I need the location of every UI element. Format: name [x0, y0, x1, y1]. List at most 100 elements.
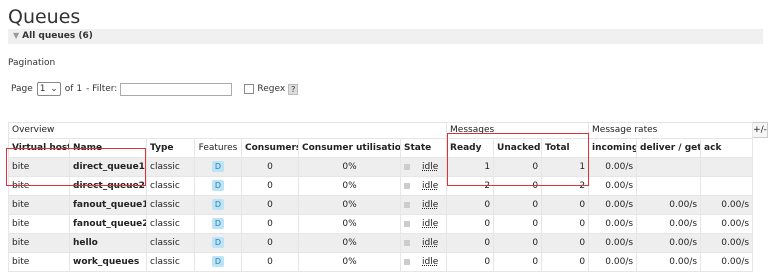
consumers-cell: 0 — [241, 157, 299, 177]
queue-name-link[interactable]: work_queues — [69, 252, 147, 272]
col-deliver[interactable]: deliver / get — [636, 138, 702, 158]
table-row[interactable]: bite work_queues classic D 0 0% idle 0 0… — [8, 252, 754, 272]
queue-name-link[interactable]: direct_queue1 — [69, 157, 147, 177]
col-total[interactable]: Total — [541, 138, 590, 158]
consumers-cell: 0 — [241, 252, 299, 272]
ack-cell: 0.00/s — [700, 214, 754, 234]
state-label: idle — [422, 257, 439, 267]
consumers-cell: 0 — [241, 176, 299, 196]
total-cell: 0 — [541, 195, 590, 215]
page-select[interactable]: 1 ⌄ — [36, 82, 61, 96]
state-indicator-icon — [404, 201, 410, 208]
chevron-down-icon: ⌄ — [50, 84, 58, 94]
deliver-cell: 0.00/s — [636, 252, 702, 272]
unacked-cell: 0 — [493, 195, 543, 215]
all-queues-label: All queues (6) — [22, 31, 93, 41]
consumers-cell: 0 — [241, 195, 299, 215]
durable-badge: D — [211, 218, 225, 229]
state-cell: idle — [399, 252, 448, 272]
state-label: idle — [422, 162, 439, 172]
features-cell: D — [194, 214, 242, 234]
vhost-cell[interactable]: bite — [8, 252, 70, 272]
ack-cell — [700, 157, 754, 177]
col-vhost[interactable]: Virtual host — [8, 138, 70, 158]
col-ack[interactable]: ack — [700, 138, 754, 158]
durable-badge: D — [211, 256, 225, 267]
col-features: Features — [194, 138, 242, 158]
vhost-cell[interactable]: bite — [8, 214, 70, 234]
deliver-cell: 0.00/s — [636, 214, 702, 234]
vhost-cell[interactable]: bite — [8, 233, 70, 253]
ready-cell: 0 — [446, 214, 495, 234]
total-cell: 0 — [541, 252, 590, 272]
ack-cell: 0.00/s — [700, 233, 754, 253]
page-count-label: of 1 — [64, 84, 83, 94]
unacked-cell: 0 — [493, 214, 543, 234]
col-state[interactable]: State — [399, 138, 448, 158]
queue-name-link[interactable]: fanout_queue1 — [69, 195, 147, 215]
consumers-cell: 0 — [241, 214, 299, 234]
incoming-cell: 0.00/s — [588, 157, 638, 177]
state-label: idle — [422, 181, 439, 191]
ready-cell: 0 — [446, 233, 495, 253]
overview-group-header: Overview — [7, 122, 448, 139]
col-consumers[interactable]: Consumers — [241, 138, 299, 158]
utilisation-cell: 0% — [298, 233, 401, 253]
queues-table: Overview Messages Message rates Virtual … — [7, 122, 754, 272]
vhost-cell[interactable]: bite — [8, 195, 70, 215]
incoming-cell: 0.00/s — [588, 195, 638, 215]
deliver-cell: 0.00/s — [636, 233, 702, 253]
utilisation-cell: 0% — [298, 176, 401, 196]
state-cell: idle — [399, 157, 448, 177]
table-row[interactable]: bite fanout_queue1 classic D 0 0% idle 0… — [8, 195, 754, 215]
regex-help-button[interactable]: ? — [288, 83, 299, 95]
ready-cell: 0 — [446, 252, 495, 272]
vhost-cell[interactable]: bite — [8, 157, 70, 177]
vhost-cell[interactable]: bite — [8, 176, 70, 196]
state-cell: idle — [399, 233, 448, 253]
state-label: idle — [422, 238, 439, 248]
total-cell: 1 — [541, 157, 590, 177]
queue-name-link[interactable]: hello — [69, 233, 147, 253]
deliver-cell: 0.00/s — [636, 195, 702, 215]
deliver-cell — [636, 157, 702, 177]
durable-badge: D — [211, 180, 225, 191]
state-indicator-icon — [404, 182, 410, 189]
columns-toggle-button[interactable]: +/- — [752, 122, 768, 138]
col-name[interactable]: Name — [69, 138, 147, 158]
filter-input[interactable] — [120, 82, 233, 96]
table-row[interactable]: bite hello classic D 0 0% idle 0 0 0 0.0… — [8, 233, 754, 253]
col-utilisation[interactable]: Consumer utilisation — [298, 138, 401, 158]
queue-name-link[interactable]: fanout_queue2 — [69, 214, 147, 234]
col-unacked[interactable]: Unacked — [493, 138, 543, 158]
col-incoming[interactable]: incoming — [588, 138, 638, 158]
ack-cell: 0.00/s — [700, 252, 754, 272]
queue-name-link[interactable]: direct_queue2 — [69, 176, 147, 196]
table-row[interactable]: bite fanout_queue2 classic D 0 0% idle 0… — [8, 214, 754, 234]
utilisation-cell: 0% — [298, 195, 401, 215]
state-cell: idle — [399, 176, 448, 196]
page-select-value: 1 — [39, 84, 46, 94]
features-cell: D — [194, 195, 242, 215]
col-type[interactable]: Type — [146, 138, 195, 158]
section-bar — [8, 29, 763, 44]
table-row[interactable]: bite direct_queue1 classic D 0 0% idle 1… — [8, 157, 754, 177]
features-cell: D — [194, 233, 242, 253]
type-cell: classic — [146, 252, 195, 272]
messages-group-header: Messages — [446, 122, 590, 139]
total-cell: 0 — [541, 233, 590, 253]
table-row[interactable]: bite direct_queue2 classic D 0 0% idle 2… — [8, 176, 754, 196]
features-cell: D — [194, 252, 242, 272]
total-cell: 0 — [541, 214, 590, 234]
col-ready[interactable]: Ready — [446, 138, 495, 158]
regex-checkbox[interactable] — [244, 84, 255, 94]
collapse-triangle-icon: ▼ — [13, 31, 20, 40]
durable-badge: D — [211, 161, 225, 172]
all-queues-toggle[interactable]: ▼ All queues (6) — [13, 31, 93, 41]
ack-cell — [700, 176, 754, 196]
unacked-cell: 0 — [493, 252, 543, 272]
state-cell: idle — [399, 214, 448, 234]
utilisation-cell: 0% — [298, 157, 401, 177]
unacked-cell: 0 — [493, 233, 543, 253]
durable-badge: D — [211, 199, 225, 210]
